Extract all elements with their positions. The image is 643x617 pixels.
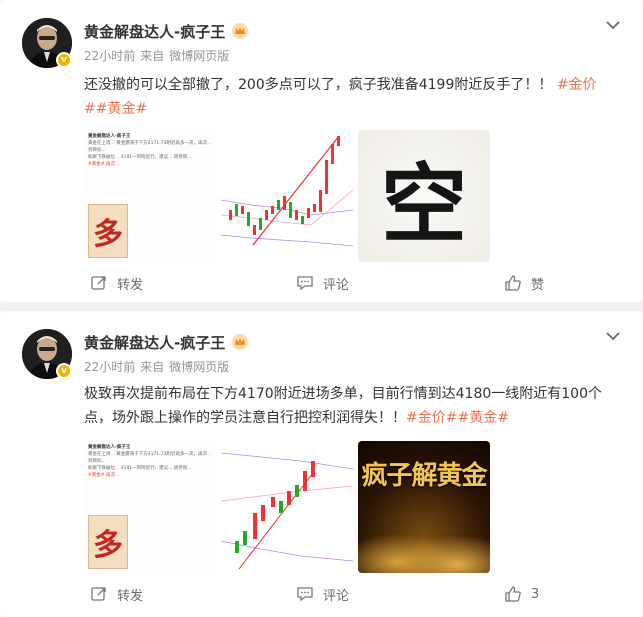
weibo-post-card: v 黄金解盘达人-疯子王 22小时前 来自 微博网页版 还没撤的可以全部撤了，2… bbox=[0, 0, 643, 302]
source-prefix: 来自 bbox=[140, 360, 165, 374]
topic-tag[interactable]: #金价##黄金# bbox=[406, 410, 509, 426]
kong-character: 空 bbox=[358, 130, 490, 262]
gold-coins-graphic bbox=[358, 518, 490, 573]
source-prefix: 来自 bbox=[140, 49, 165, 63]
candlestick-chart bbox=[221, 130, 353, 262]
thumbs-up-icon bbox=[505, 586, 521, 602]
candlestick-chart bbox=[221, 441, 353, 573]
verified-badge-icon: v bbox=[56, 363, 72, 379]
comment-button[interactable]: 评论 bbox=[296, 585, 349, 604]
repost-button[interactable]: 转发 bbox=[90, 274, 143, 293]
post-actions: 转发 评论 赞 bbox=[0, 273, 643, 293]
poster-title: 疯子解黄金 bbox=[361, 461, 487, 491]
post-source: 微博网页版 bbox=[169, 360, 230, 374]
crown-icon bbox=[232, 23, 249, 39]
post-image-poster[interactable]: 疯子解黄金 bbox=[358, 441, 490, 573]
repost-button[interactable]: 转发 bbox=[90, 585, 143, 604]
weibo-feed: v 黄金解盘达人-疯子王 22小时前 来自 微博网页版 还没撤的可以全部撤了，2… bbox=[0, 0, 643, 617]
post-time[interactable]: 22小时前 bbox=[84, 47, 135, 64]
post-time[interactable]: 22小时前 bbox=[84, 358, 135, 375]
author-name[interactable]: 黄金解盘达人-疯子王 bbox=[84, 332, 225, 353]
post-source: 微博网页版 bbox=[169, 49, 230, 63]
post-image-screenshot[interactable]: 黄金解盘达人-疯子王 黄金在上周... 黄金震荡于下方4171-73附近再多一次… bbox=[84, 441, 216, 573]
crown-icon bbox=[232, 334, 249, 350]
thumbs-up-icon bbox=[505, 275, 521, 291]
comment-icon bbox=[297, 587, 313, 602]
post-images: 黄金解盘达人-疯子王 黄金在上周... 黄金震荡于下方4171-73附近再多一次… bbox=[84, 130, 490, 262]
post-image-chart[interactable] bbox=[221, 130, 353, 262]
comment-button[interactable]: 评论 bbox=[296, 274, 349, 293]
duo-sticker: 多 bbox=[88, 515, 128, 569]
topic-tag[interactable]: ##黄金# bbox=[84, 101, 147, 117]
post-image-screenshot[interactable]: 黄金解盘达人-疯子王 黄金在上周... 黄金震荡于下方4171-73附近再多一次… bbox=[84, 130, 216, 262]
like-button[interactable]: 赞 bbox=[504, 274, 544, 293]
like-count: 3 bbox=[531, 586, 540, 602]
repost-icon bbox=[91, 276, 106, 290]
chevron-down-icon[interactable] bbox=[605, 18, 621, 32]
post-image-chart[interactable] bbox=[221, 441, 353, 573]
like-button[interactable]: 3 bbox=[504, 585, 539, 603]
duo-sticker: 多 bbox=[88, 204, 128, 258]
post-image-calligraphy[interactable]: 空 bbox=[358, 130, 490, 262]
post-images: 黄金解盘达人-疯子王 黄金在上周... 黄金震荡于下方4171-73附近再多一次… bbox=[84, 441, 490, 573]
comment-icon bbox=[297, 276, 313, 291]
author-name[interactable]: 黄金解盘达人-疯子王 bbox=[84, 21, 225, 42]
topic-tag[interactable]: #金价 bbox=[557, 77, 597, 93]
post-text: 还没撤的可以全部撤了，200多点可以了，疯子我准备4199附近反手了！！ #金价… bbox=[84, 77, 597, 117]
chevron-down-icon[interactable] bbox=[605, 329, 621, 343]
verified-badge-icon: v bbox=[56, 52, 72, 68]
repost-icon bbox=[91, 587, 106, 601]
post-actions: 转发 评论 3 bbox=[0, 584, 643, 604]
post-text: 极致再次提前布局在下方4170附近进场多单，目前行情到达4180一线附近有100… bbox=[84, 386, 602, 426]
